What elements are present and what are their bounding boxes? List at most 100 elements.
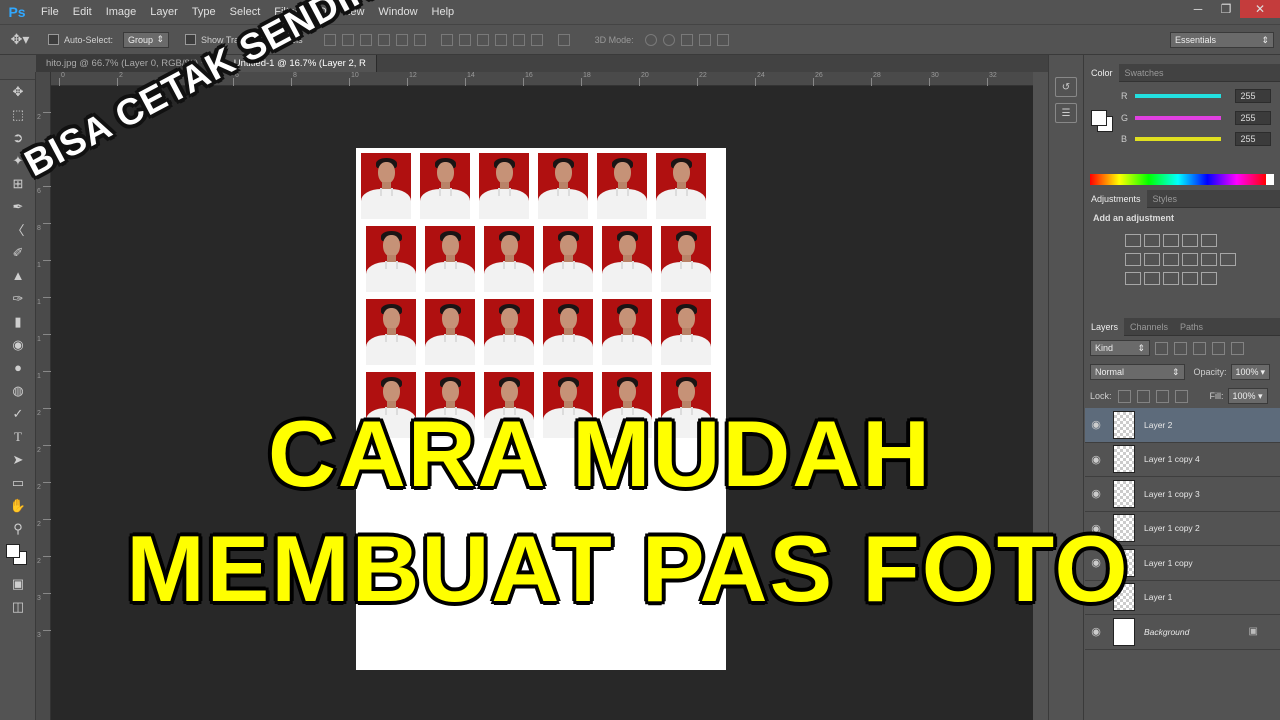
stamp-icon[interactable]: ▲: [0, 264, 36, 287]
brush-icon[interactable]: ✐: [0, 241, 36, 264]
align-vcenter-icon[interactable]: [341, 33, 354, 46]
exposure-icon[interactable]: [1182, 234, 1198, 247]
distribute-right-icon[interactable]: [530, 33, 543, 46]
threshold-icon[interactable]: [1163, 272, 1179, 285]
distribute-vcenter-icon[interactable]: [458, 33, 471, 46]
r-bar[interactable]: [1134, 94, 1222, 98]
align-bottom-icon[interactable]: [359, 33, 372, 46]
b-slider[interactable]: B 255: [1121, 132, 1271, 146]
healing-icon[interactable]: 〈: [0, 218, 36, 241]
menu-window[interactable]: Window: [371, 0, 424, 24]
adjustments-panel: Add an adjustment: [1085, 208, 1280, 318]
r-value[interactable]: 255: [1235, 89, 1271, 103]
filter-adjust-icon[interactable]: [1174, 341, 1187, 355]
filter-type-icon[interactable]: [1193, 341, 1206, 355]
properties-icon[interactable]: ☰: [1055, 103, 1077, 123]
color-balance-icon[interactable]: [1144, 253, 1160, 266]
menu-help[interactable]: Help: [425, 0, 462, 24]
opacity-field[interactable]: 100% ▾: [1230, 364, 1270, 380]
b-value[interactable]: 255: [1235, 132, 1271, 146]
3d-roll-icon[interactable]: [662, 33, 675, 46]
tab-styles[interactable]: Styles: [1147, 190, 1184, 208]
dodge-icon[interactable]: ◍: [0, 379, 36, 402]
foreground-color[interactable]: [6, 544, 20, 558]
menu-layer[interactable]: Layer: [143, 0, 185, 24]
brightness-icon[interactable]: [1125, 234, 1141, 247]
close-icon[interactable]: ✕: [1240, 0, 1280, 18]
black-white-icon[interactable]: [1163, 253, 1179, 266]
vibrance-icon[interactable]: [1201, 234, 1217, 247]
channel-mixer-icon[interactable]: [1201, 253, 1217, 266]
invert-icon[interactable]: [1125, 272, 1141, 285]
tab-layers[interactable]: Layers: [1085, 317, 1125, 336]
3d-rotate-icon[interactable]: [644, 33, 657, 46]
filter-smart-icon[interactable]: [1231, 341, 1244, 355]
g-value[interactable]: 255: [1235, 111, 1271, 125]
3d-scale-icon[interactable]: [716, 33, 729, 46]
color-lookup-icon[interactable]: [1220, 253, 1236, 266]
posterize-icon[interactable]: [1144, 272, 1160, 285]
photo-face: [378, 162, 395, 184]
minimize-icon[interactable]: ─: [1184, 0, 1212, 18]
tab-color[interactable]: Color: [1085, 63, 1119, 82]
g-slider[interactable]: G 255: [1121, 111, 1271, 125]
visibility-eye-icon[interactable]: ◉: [1085, 625, 1107, 638]
tab-swatches[interactable]: Swatches: [1119, 64, 1170, 82]
gradient-map-icon[interactable]: [1182, 272, 1198, 285]
eraser-icon[interactable]: ▮: [0, 310, 36, 333]
move-icon[interactable]: ✥: [0, 80, 36, 103]
menu-file[interactable]: File: [34, 0, 66, 24]
photo-filter-icon[interactable]: [1182, 253, 1198, 266]
menu-image[interactable]: Image: [99, 0, 144, 24]
tab-adjustments[interactable]: Adjustments: [1085, 189, 1147, 208]
blur-icon[interactable]: ●: [0, 356, 36, 379]
pass-photo: [538, 153, 588, 219]
workspace-dropdown[interactable]: Essentials ⇕: [1170, 32, 1274, 48]
auto-align-icon[interactable]: [557, 33, 570, 46]
curves-icon[interactable]: [1163, 234, 1179, 247]
align-top-icon[interactable]: [323, 33, 336, 46]
ruler-tick: [43, 186, 51, 187]
levels-icon[interactable]: [1144, 234, 1160, 247]
hue-saturation-icon[interactable]: [1125, 253, 1141, 266]
r-slider[interactable]: R 255: [1121, 89, 1271, 103]
foreground-swatch[interactable]: [1091, 110, 1107, 126]
history-brush-icon[interactable]: ✑: [0, 287, 36, 310]
marquee-icon[interactable]: ⬚: [0, 103, 36, 126]
white-swatch[interactable]: [1266, 174, 1274, 185]
move-tool-preset-icon[interactable]: ✥▾: [0, 31, 40, 48]
3d-slide-icon[interactable]: [698, 33, 711, 46]
workspace-value: Essentials: [1175, 35, 1217, 45]
restore-icon[interactable]: ❐: [1212, 0, 1240, 18]
color-spectrum[interactable]: [1090, 174, 1266, 185]
tab-channels[interactable]: Channels: [1124, 318, 1174, 336]
filter-shape-icon[interactable]: [1212, 341, 1225, 355]
layer-filter-dropdown[interactable]: Kind ⇕: [1090, 340, 1150, 356]
filter-pixel-icon[interactable]: [1155, 341, 1168, 355]
auto-select-dropdown[interactable]: Group ⇕: [123, 31, 170, 48]
menu-type[interactable]: Type: [185, 0, 223, 24]
auto-select-checkbox[interactable]: [48, 34, 59, 45]
distribute-top-icon[interactable]: [440, 33, 453, 46]
blend-mode-dropdown[interactable]: Normal ⇕: [1090, 364, 1185, 380]
selective-color-icon[interactable]: [1201, 272, 1217, 285]
tab-paths[interactable]: Paths: [1174, 318, 1209, 336]
history-icon[interactable]: ↺: [1055, 77, 1077, 97]
g-bar[interactable]: [1134, 116, 1222, 120]
b-bar[interactable]: [1134, 137, 1222, 141]
menu-edit[interactable]: Edit: [66, 0, 99, 24]
distribute-bottom-icon[interactable]: [476, 33, 489, 46]
eyedropper-icon[interactable]: ✒: [0, 195, 36, 218]
crop-icon[interactable]: ⊞: [0, 172, 36, 195]
distribute-left-icon[interactable]: [494, 33, 507, 46]
distribute-hcenter-icon[interactable]: [512, 33, 525, 46]
bucket-icon[interactable]: ◉: [0, 333, 36, 356]
adjustment-icons-row-2: [1085, 253, 1280, 266]
photo-face: [673, 162, 690, 184]
align-right-icon[interactable]: [413, 33, 426, 46]
toolbar-grip[interactable]: [0, 72, 35, 80]
align-hcenter-icon[interactable]: [395, 33, 408, 46]
align-left-icon[interactable]: [377, 33, 390, 46]
show-transform-checkbox[interactable]: [185, 34, 197, 45]
3d-pan-icon[interactable]: [680, 33, 693, 46]
